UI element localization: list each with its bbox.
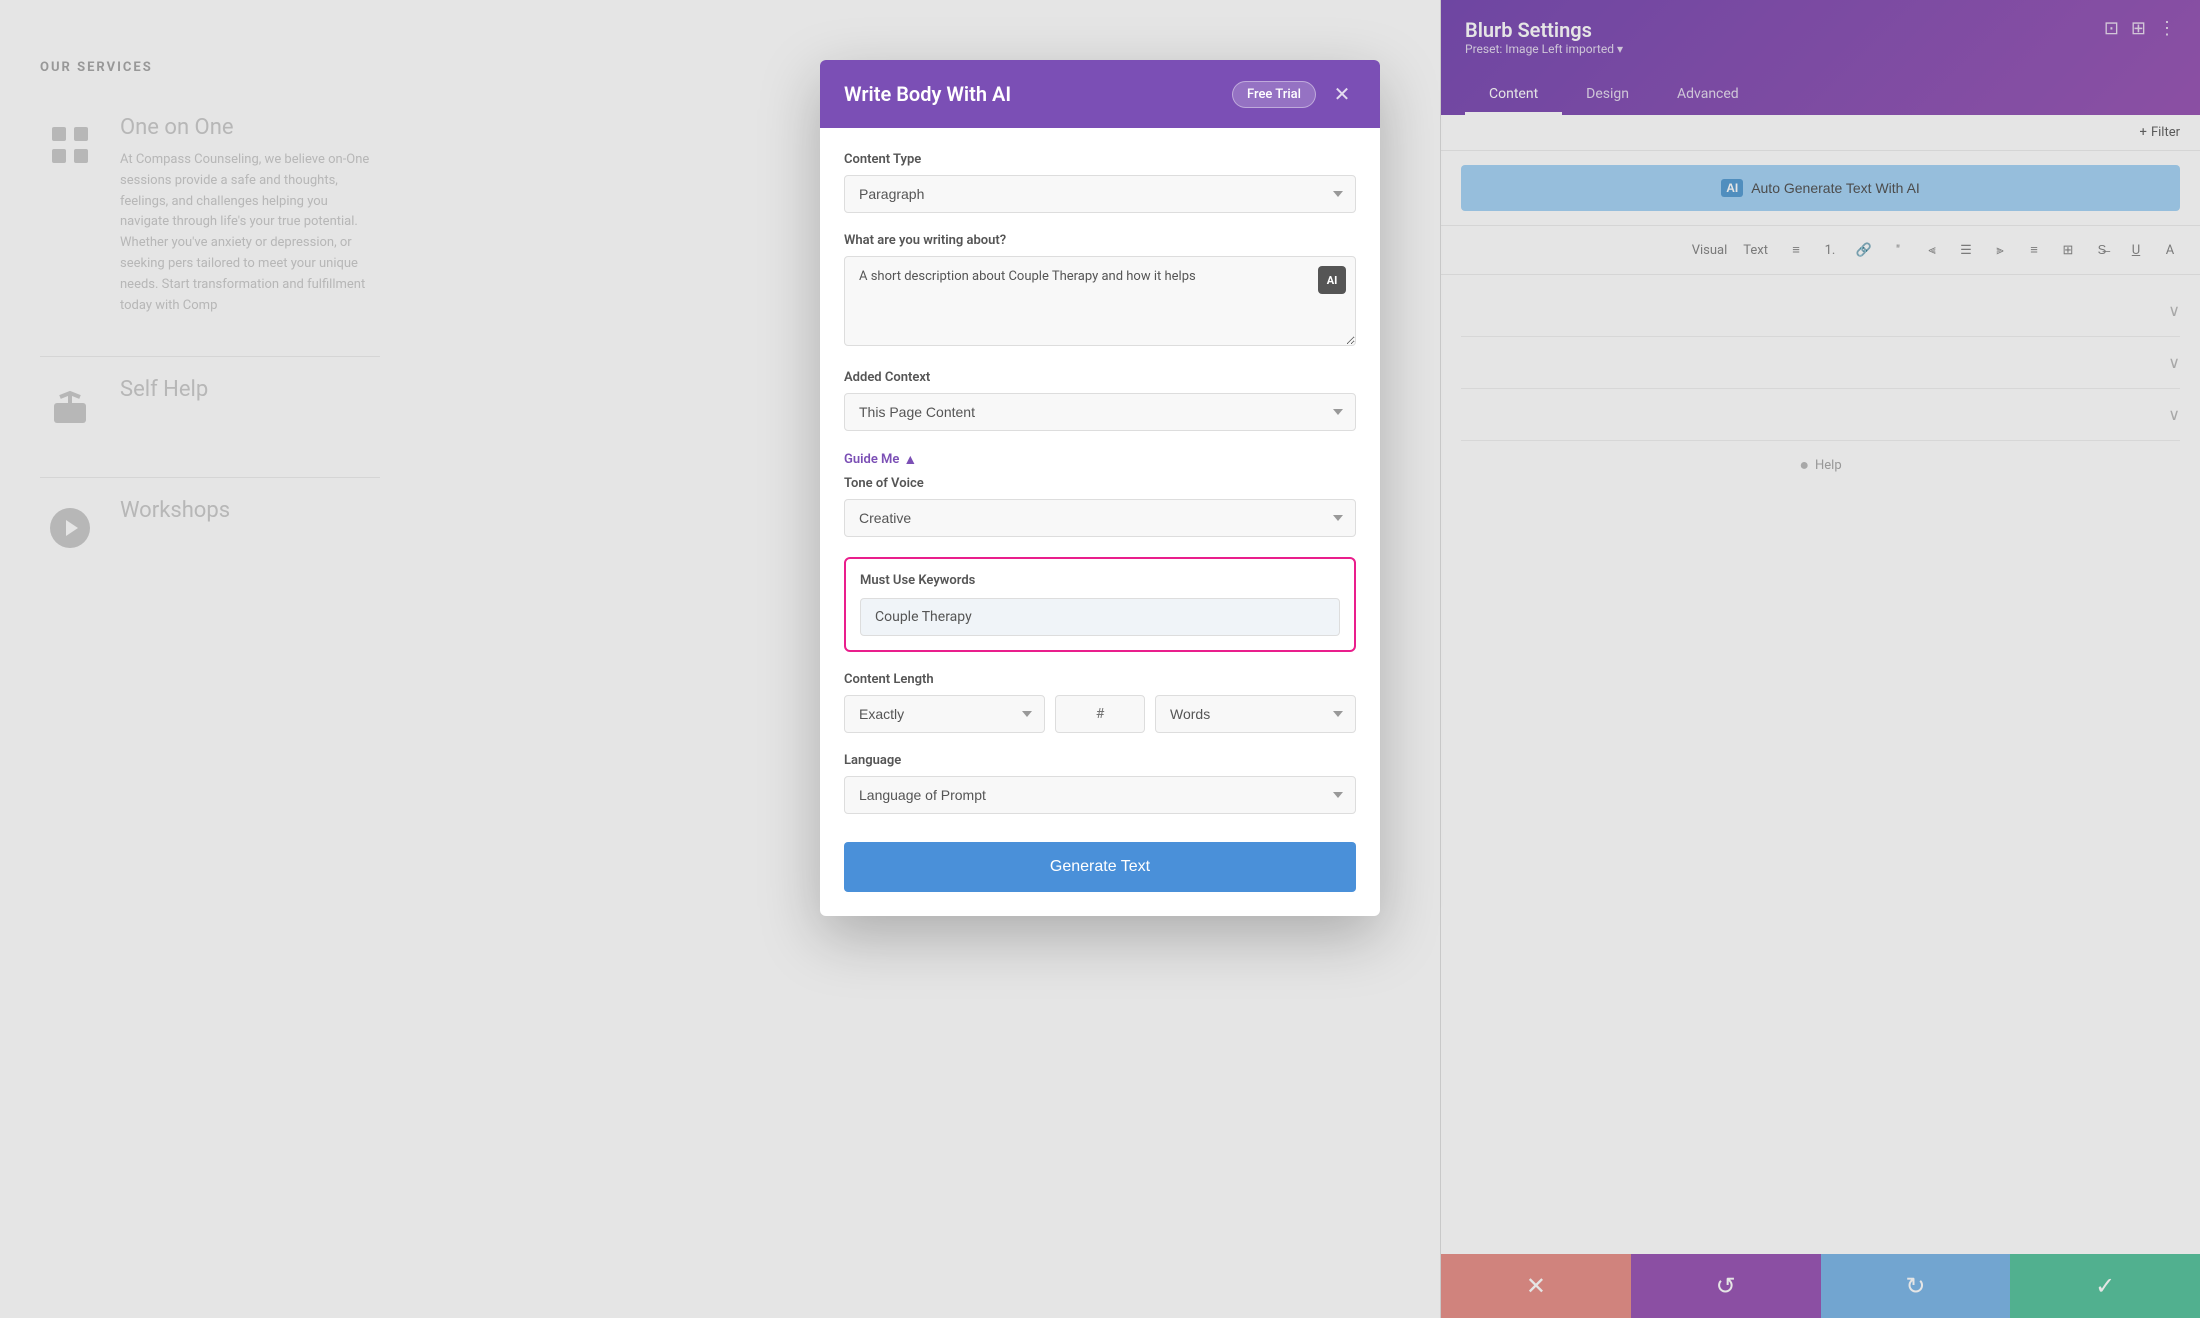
ai-modal: Write Body With AI Free Trial ✕ Content … <box>820 60 1380 916</box>
modal-overlay: Write Body With AI Free Trial ✕ Content … <box>0 0 2200 1318</box>
added-context-select[interactable]: This Page Content None Custom <box>844 393 1356 431</box>
guide-me-link[interactable]: Guide Me ▲ <box>844 451 1356 468</box>
ai-badge-icon: AI <box>1318 266 1346 294</box>
ai-modal-header-right: Free Trial ✕ <box>1232 80 1356 108</box>
length-unit-select[interactable]: Words Characters Sentences <box>1155 695 1356 733</box>
content-length-row: Exactly At Least At Most Words Character… <box>844 695 1356 733</box>
keywords-label: Must Use Keywords <box>860 573 1340 588</box>
free-trial-badge: Free Trial <box>1232 81 1316 108</box>
tone-group: Guide Me ▲ Tone of Voice Creative Profes… <box>844 451 1356 537</box>
content-length-label: Content Length <box>844 672 1356 687</box>
content-type-group: Content Type Paragraph List Heading <box>844 152 1356 213</box>
writing-about-label: What are you writing about? <box>844 233 1356 248</box>
content-type-select[interactable]: Paragraph List Heading <box>844 175 1356 213</box>
writing-about-group: What are you writing about? A short desc… <box>844 233 1356 350</box>
guide-me-arrow: ▲ <box>903 451 917 468</box>
content-length-group: Content Length Exactly At Least At Most … <box>844 672 1356 733</box>
language-label: Language <box>844 753 1356 768</box>
writing-about-textarea[interactable]: A short description about Couple Therapy… <box>844 256 1356 346</box>
ai-modal-title: Write Body With AI <box>844 82 1011 106</box>
close-modal-button[interactable]: ✕ <box>1328 80 1356 108</box>
tone-label: Tone of Voice <box>844 476 1356 491</box>
length-number-input[interactable] <box>1055 695 1145 733</box>
ai-modal-body: Content Type Paragraph List Heading What… <box>820 128 1380 916</box>
length-type-select[interactable]: Exactly At Least At Most <box>844 695 1045 733</box>
ai-modal-header: Write Body With AI Free Trial ✕ <box>820 60 1380 128</box>
added-context-group: Added Context This Page Content None Cus… <box>844 370 1356 431</box>
content-type-label: Content Type <box>844 152 1356 167</box>
generate-text-button[interactable]: Generate Text <box>844 842 1356 892</box>
writing-about-wrapper: A short description about Couple Therapy… <box>844 256 1356 350</box>
tone-select[interactable]: Creative Professional Casual Formal <box>844 499 1356 537</box>
language-group: Language Language of Prompt English Span… <box>844 753 1356 814</box>
keywords-input[interactable] <box>860 598 1340 636</box>
language-select[interactable]: Language of Prompt English Spanish Frenc… <box>844 776 1356 814</box>
guide-me-label: Guide Me <box>844 452 899 467</box>
keywords-section: Must Use Keywords <box>844 557 1356 652</box>
added-context-label: Added Context <box>844 370 1356 385</box>
